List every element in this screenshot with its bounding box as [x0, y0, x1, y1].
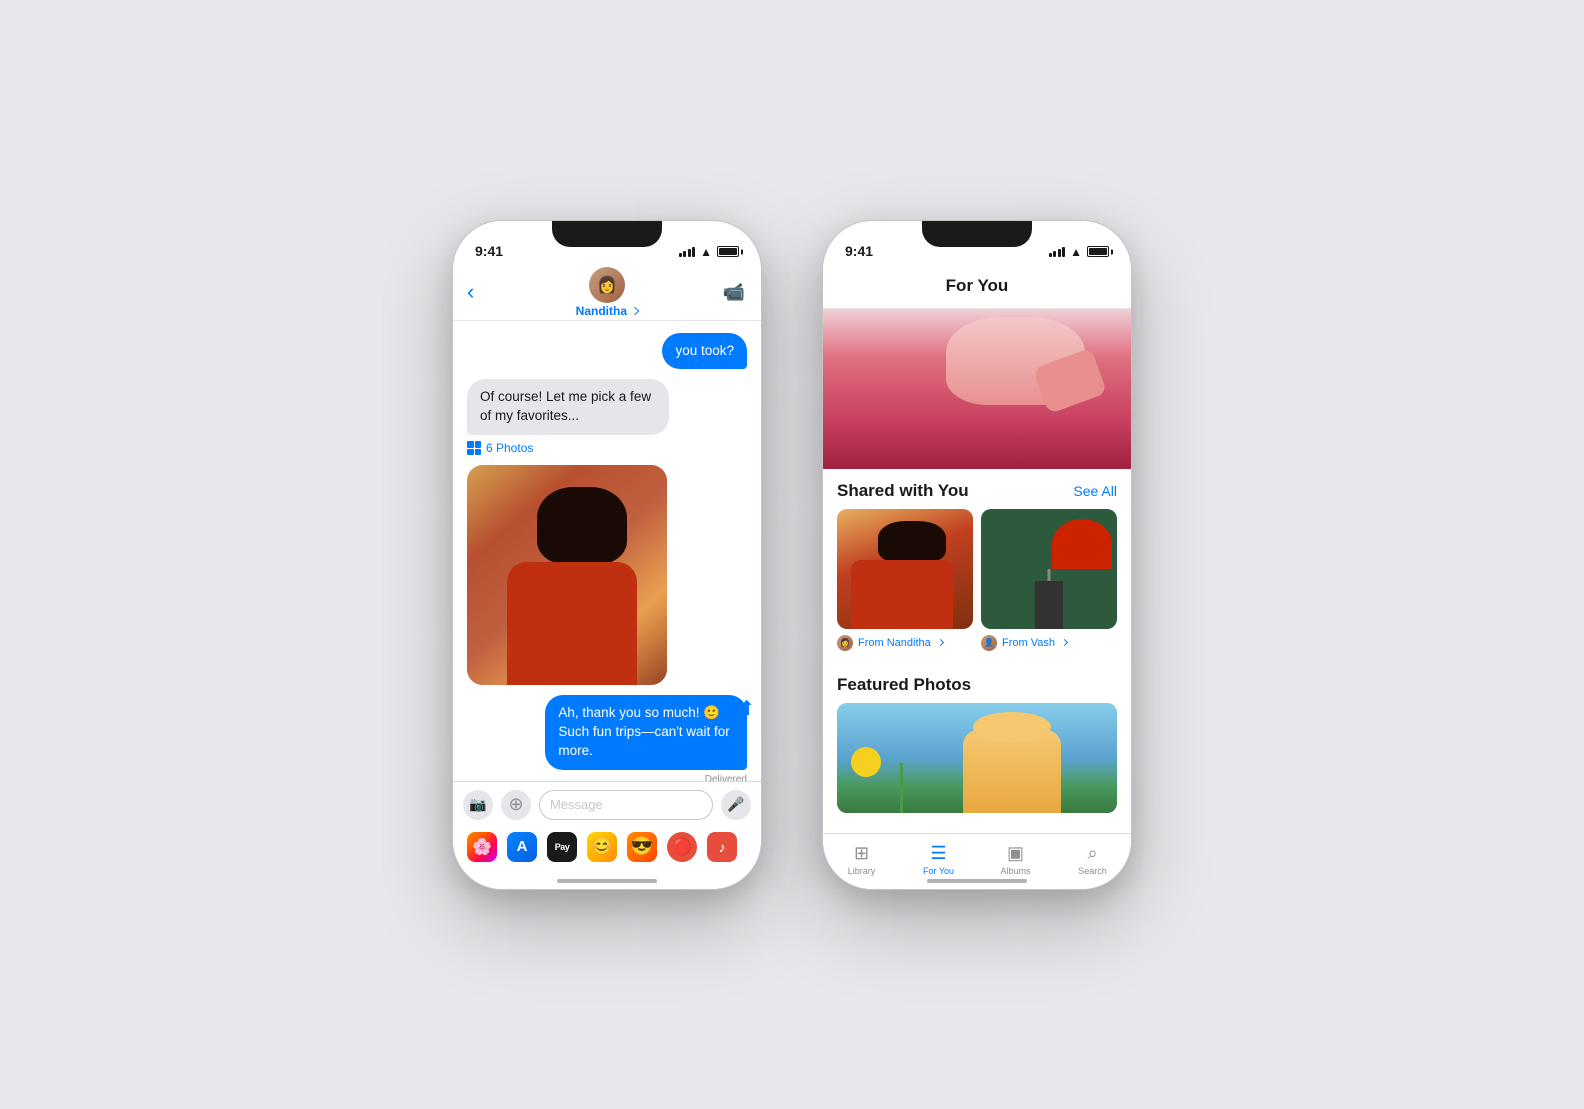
umbrella-red: [1052, 519, 1112, 569]
from-vash-chevron-icon: [1061, 639, 1068, 646]
contact-avatar: 👩: [589, 267, 625, 303]
back-button[interactable]: ‹: [467, 279, 474, 305]
featured-arm: [1032, 347, 1106, 413]
wifi-icon-photos: ▲: [1070, 245, 1082, 259]
app-strip-memoji2[interactable]: 😎: [627, 832, 657, 862]
featured-image-top[interactable]: [823, 309, 1131, 469]
notch-photos: [922, 221, 1032, 247]
message-bubble-of-course: Of course! Let me pick a few of my favor…: [467, 379, 747, 435]
tab-albums-label: Albums: [1000, 866, 1030, 876]
from-vash-label[interactable]: 👤 From Vash: [981, 635, 1117, 651]
for-you-icon: ☰: [927, 842, 951, 864]
tab-library[interactable]: ⊞ Library: [823, 842, 900, 876]
library-icon: ⊞: [850, 842, 874, 864]
from-nanditha-avatar: 👩: [837, 635, 853, 651]
contact-chevron-icon: [631, 307, 639, 315]
photos-screen: 9:41 ▲ For You: [823, 221, 1131, 889]
tab-library-label: Library: [848, 866, 876, 876]
photos-header: For You: [823, 265, 1131, 309]
apps-button[interactable]: ⊕: [501, 790, 531, 820]
contact-name: Nanditha: [576, 304, 639, 318]
featured-person-image: [823, 309, 1131, 469]
tab-search-label: Search: [1078, 866, 1107, 876]
shared-photo-vash[interactable]: 👤 From Vash: [981, 509, 1117, 651]
shared-with-you-title: Shared with You: [837, 481, 969, 501]
share-button[interactable]: ⬆: [738, 696, 755, 721]
shared-photos-row: 👩 From Nanditha: [823, 509, 1131, 651]
signal-icon-photos: [1049, 247, 1066, 257]
video-call-button[interactable]: 📹: [723, 282, 745, 303]
status-icons-messages: ▲: [679, 245, 739, 259]
app-strip-photos[interactable]: 🌸: [467, 832, 497, 862]
message-input-field[interactable]: Message: [539, 790, 713, 820]
app-strip-animoji[interactable]: 🔴: [667, 832, 697, 862]
person-legs: [1035, 581, 1062, 629]
shared-photo-nanditha-img: [837, 509, 973, 629]
messages-screen: 9:41 ▲ ‹ 👩 Nanditha: [453, 221, 761, 889]
photos-grid-icon: [467, 441, 481, 455]
albums-icon: ▣: [1004, 842, 1028, 864]
notch: [552, 221, 662, 247]
app-strip-applepay[interactable]: Pay: [547, 832, 577, 862]
from-nanditha-chevron-icon: [937, 639, 944, 646]
delivered-status: Delivered: [467, 774, 747, 781]
message-input-area: 📷 ⊕ Message 🎤 🌸 A Pay 😊 😎 🔴 ♪: [453, 781, 761, 889]
photos-phone: 9:41 ▲ For You: [822, 220, 1132, 890]
flowers: [865, 747, 935, 813]
featured-photo-large[interactable]: [837, 703, 1117, 813]
battery-icon-messages: [717, 246, 739, 257]
photo-content: [467, 465, 667, 685]
home-indicator-messages: [557, 879, 657, 883]
featured-child: [963, 730, 1061, 813]
status-icons-photos: ▲: [1049, 245, 1109, 259]
photos-title: For You: [946, 276, 1009, 296]
featured-photos-header: Featured Photos: [823, 663, 1131, 703]
bubble-thank-you: Ah, thank you so much! 🙂 Such fun trips—…: [545, 695, 747, 770]
tab-for-you[interactable]: ☰ For You: [900, 842, 977, 876]
app-strip-appstore[interactable]: A: [507, 832, 537, 862]
contact-header[interactable]: 👩 Nanditha: [576, 267, 639, 318]
bubble-of-course: Of course! Let me pick a few of my favor…: [467, 379, 669, 435]
shared-with-you-header: Shared with You See All: [823, 469, 1131, 509]
photos-indicator: 6 Photos: [467, 441, 747, 455]
photo-bubble-wrapper: ⬆: [467, 465, 747, 685]
signal-icon-messages: [679, 247, 696, 257]
app-strip: 🌸 A Pay 😊 😎 🔴 ♪: [463, 828, 751, 866]
tab-for-you-label: For You: [923, 866, 954, 876]
shared-photo-vash-img: [981, 509, 1117, 629]
app-strip-memoji1[interactable]: 😊: [587, 832, 617, 862]
tab-albums[interactable]: ▣ Albums: [977, 842, 1054, 876]
camera-button[interactable]: 📷: [463, 790, 493, 820]
messages-phone: 9:41 ▲ ‹ 👩 Nanditha: [452, 220, 762, 890]
message-bubble-thank-you: Ah, thank you so much! 🙂 Such fun trips—…: [467, 695, 747, 770]
bubble-you-took: you took?: [662, 333, 747, 370]
home-indicator-photos: [927, 879, 1027, 883]
message-bubble-you-took: you took?: [467, 333, 747, 370]
app-strip-music[interactable]: ♪: [707, 832, 737, 862]
photos-body: Shared with You See All 👩 From Nanditha: [823, 309, 1131, 833]
wifi-icon-messages: ▲: [700, 245, 712, 259]
scene: 9:41 ▲ ‹ 👩 Nanditha: [452, 220, 1132, 890]
shared-photo-nanditha[interactable]: 👩 From Nanditha: [837, 509, 973, 651]
audio-button[interactable]: 🎤: [721, 790, 751, 820]
tab-search[interactable]: ⌕ Search: [1054, 842, 1131, 876]
from-nanditha-label[interactable]: 👩 From Nanditha: [837, 635, 973, 651]
messages-header: ‹ 👩 Nanditha 📹: [453, 265, 761, 321]
messages-body: you took? Of course! Let me pick a few o…: [453, 321, 761, 781]
see-all-button[interactable]: See All: [1073, 483, 1117, 499]
input-row: 📷 ⊕ Message 🎤: [463, 790, 751, 820]
featured-photos-section: Featured Photos: [823, 651, 1131, 813]
battery-icon-photos: [1087, 246, 1109, 257]
status-time-messages: 9:41: [475, 243, 503, 259]
featured-photos-title: Featured Photos: [837, 675, 971, 695]
photo-bubble[interactable]: [467, 465, 667, 685]
status-time-photos: 9:41: [845, 243, 873, 259]
from-vash-avatar: 👤: [981, 635, 997, 651]
search-icon: ⌕: [1081, 842, 1105, 864]
